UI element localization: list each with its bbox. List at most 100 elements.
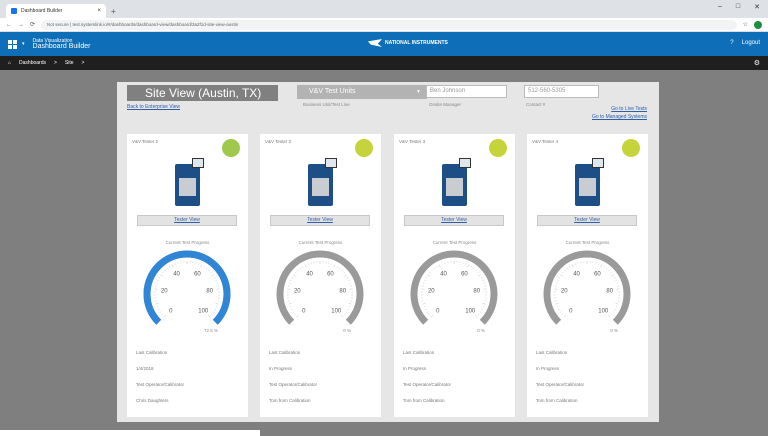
gauge-tick [433,267,435,270]
new-tab-icon[interactable]: + [111,7,116,16]
gauge-tick-label: 60 [327,272,334,278]
gauge-tick [169,266,171,268]
chevron-down-icon[interactable]: ▾ [22,41,25,47]
address-bar[interactable]: Not secure | test.systemlink.io/#/dashbo… [41,19,737,30]
back-arrow-icon[interactable]: ← [6,22,12,28]
gauge-tick [424,308,427,311]
gauge-tick [289,306,292,308]
breadcrumb-site[interactable]: Site [65,60,74,66]
go-to-live-tests-link[interactable]: Go to Live Tests [611,106,647,112]
gauge-tick [347,277,349,279]
operator-label: Test Operator/Calibrator [403,382,452,387]
help-icon[interactable]: ? [730,40,733,46]
gauge-tick [478,313,480,316]
breadcrumb-dashboards[interactable]: Dashboards [19,60,46,66]
gauge-tick [215,303,219,305]
tester-card: V&V Tester 2 Tester View Current Test Pr… [260,134,381,417]
tab-title: Dashboard Builder [21,8,63,14]
tester-view-button[interactable]: Tester View [537,215,637,226]
star-icon[interactable]: ☆ [743,21,748,28]
gauge-tick [465,263,467,265]
reload-icon[interactable]: ⟳ [30,21,35,28]
gauge-tick [611,274,614,277]
gauge-tick-label: 60 [461,272,468,278]
tester-view-button[interactable]: Tester View [404,215,504,226]
progress-gauge: 0 20 40 60 80 100 [543,250,631,325]
progress-gauge: 0 20 40 60 80 100 [143,250,231,325]
progress-percent: 0 % [343,328,351,333]
gauge-tick [214,277,216,279]
gauge-tick [291,277,293,279]
tester-view-button[interactable]: Tester View [270,215,370,226]
progress-label: Current Test Progress [165,240,210,245]
calibration-label: Last Calibration [136,350,168,355]
gauge-tick [555,282,558,284]
calibration-value: In Progress [536,366,560,371]
gauge-tick [558,277,560,279]
tab-favicon-icon [11,8,17,14]
gauge-tick [422,303,426,305]
gauge-tick [608,315,611,318]
manager-label: Onsite Manager [429,102,462,107]
minimize-button[interactable]: – [718,3,722,11]
profile-avatar[interactable] [754,20,762,29]
calibration-value: 1/4/2018 [136,366,154,371]
forward-arrow-icon[interactable]: → [18,22,24,28]
tester-card: V&V Tester 3 Tester View Current Test Pr… [394,134,515,417]
back-to-enterprise-link[interactable]: Back to Enterprise View [127,104,180,110]
gauge-tick [615,303,619,305]
gauge-tick [566,267,568,270]
gauge-tick [348,279,350,281]
gauge-tick [161,313,163,316]
gauge-tick [174,263,176,265]
maximize-button[interactable]: □ [736,3,740,11]
gauge-tick-label: 100 [198,308,209,314]
tester-view-button[interactable]: Tester View [137,215,237,226]
app-grid-icon[interactable] [8,39,17,49]
gauge-tick [556,306,559,308]
gauge-tick [307,263,309,265]
dashboard-panel: Site View (Austin, TX) Back to Enterpris… [117,82,659,422]
gauge-tick [481,277,483,279]
logout-link[interactable]: Logout [742,40,760,46]
business-unit-select[interactable]: V&V Test Units ▼ [297,85,427,99]
close-tab-icon[interactable]: × [97,8,101,14]
gauge-tick [348,303,352,305]
operator-value: Tom from Calibration [269,398,311,403]
gauge-tick [483,282,486,284]
progress-percent: 72.5 % [203,328,218,333]
gear-icon[interactable]: ⚙ [754,59,760,67]
gauge-tick [423,306,426,308]
gauge-tick [157,308,160,311]
breadcrumb-separator: > [54,60,57,66]
gauge-tick [616,282,619,284]
gauge-tick-label: 100 [331,308,342,314]
gauge-tick [295,272,297,274]
gauge-tick [475,315,478,318]
gauge-tick-label: 0 [302,308,306,314]
header-actions: ? Logout [730,40,760,46]
gauge-tick [564,269,566,272]
close-window-button[interactable]: ✕ [754,3,760,11]
gauge-tick [211,313,213,316]
gauge-tick-label: 20 [294,288,301,294]
business-unit-value: V&V Test Units [309,88,356,95]
contact-field[interactable]: 512-560-5305 [524,85,599,98]
browser-tab[interactable]: Dashboard Builder × [6,4,106,18]
manager-field[interactable]: Ben Johnson [426,85,507,98]
gauge-tick [288,303,292,305]
gauge-tick [560,274,563,277]
gauge-tick [208,269,210,272]
go-to-managed-systems-link[interactable]: Go to Managed Systems [592,114,647,120]
gauge-tick-label: 20 [428,288,435,294]
gauge-tick [214,308,217,311]
gauge-tick [344,313,346,316]
breadcrumb-separator: > [81,60,85,66]
gauge-tick [302,266,304,268]
gauge-tick [157,279,159,281]
gauge-tick [477,272,479,274]
calibration-label: Last Calibration [536,350,568,355]
gauge-tick [563,315,566,318]
home-icon[interactable]: ⌂ [8,60,11,66]
gauge-tick [475,269,477,272]
